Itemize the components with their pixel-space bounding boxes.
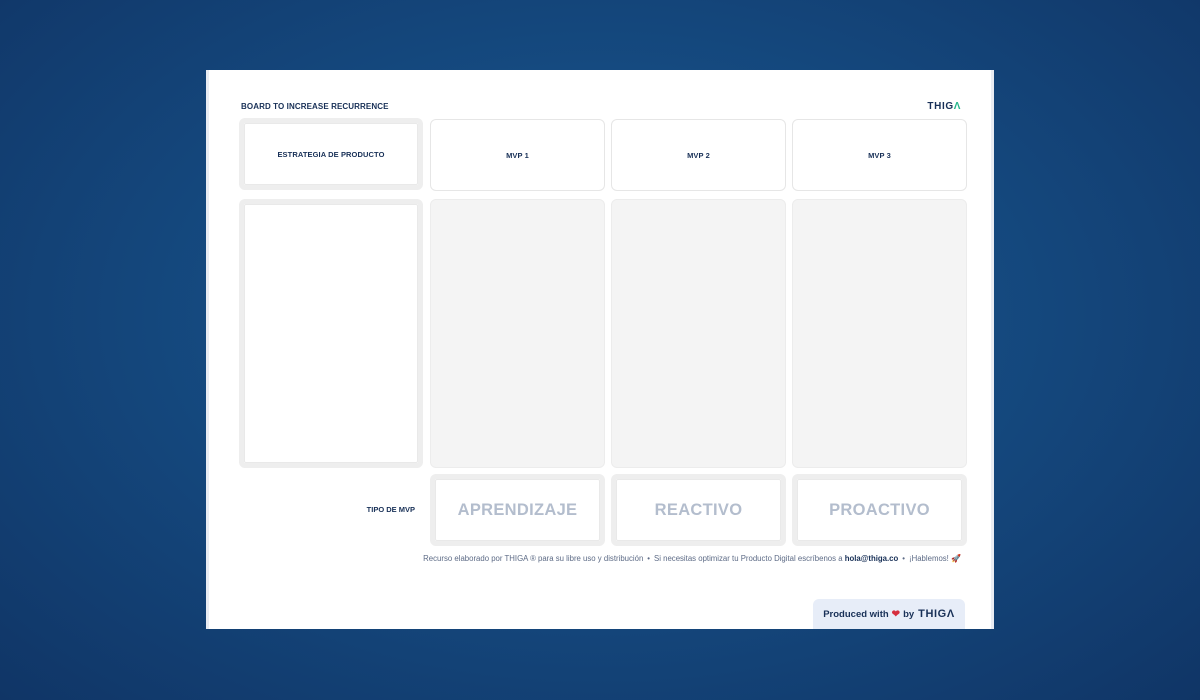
produced-by: by bbox=[903, 608, 915, 620]
heart-icon: ❤ bbox=[891, 608, 901, 620]
mvp-3-label: MVP 3 bbox=[868, 150, 891, 160]
tipo-reactivo-card[interactable]: REACTIVO bbox=[611, 474, 786, 546]
footer-text-3: ¡Hablemos! bbox=[908, 554, 949, 563]
tipo-proactivo-text: PROACTIVO bbox=[829, 500, 930, 519]
produced-prefix: Produced with bbox=[823, 608, 889, 620]
mvp-2-header-card[interactable]: MVP 2 bbox=[611, 119, 786, 191]
mvp-1-body-card[interactable] bbox=[430, 199, 605, 468]
produced-with-badge[interactable]: Produced with ❤ by THIGΛ bbox=[813, 599, 965, 629]
tipo-aprendizaje-text: APRENDIZAJE bbox=[457, 500, 578, 519]
tipo-proactivo-card[interactable]: PROACTIVO bbox=[792, 474, 967, 546]
logo-text: THIG bbox=[927, 101, 954, 112]
footer-text-1: Recurso elaborado por THIGA ® para su li… bbox=[423, 554, 644, 563]
rocket-icon: 🚀 bbox=[951, 554, 961, 563]
tipo-de-mvp-label: TIPO DE MVP bbox=[366, 505, 415, 514]
board-canvas: BOARD TO INCREASE RECURRENCE THIGΛ ESTRA… bbox=[206, 70, 994, 629]
mvp-3-body-card[interactable] bbox=[792, 199, 967, 468]
mvp-2-label: MVP 2 bbox=[687, 150, 710, 160]
mvp-3-header-card[interactable]: MVP 3 bbox=[792, 119, 967, 191]
tipo-aprendizaje-card[interactable]: APRENDIZAJE bbox=[430, 474, 605, 546]
strategy-header-label: ESTRATEGIA DE PRODUCTO bbox=[277, 149, 385, 159]
strategy-body-card[interactable] bbox=[239, 199, 423, 468]
strategy-body-inner bbox=[244, 204, 418, 463]
tipo-reactivo-text: REACTIVO bbox=[654, 500, 743, 519]
board-title: BOARD TO INCREASE RECURRENCE bbox=[241, 102, 389, 111]
mvp-1-header-card[interactable]: MVP 1 bbox=[430, 119, 605, 191]
logo-accent: Λ bbox=[953, 101, 961, 112]
footer-email-link[interactable]: hola@thiga.co bbox=[845, 554, 899, 563]
footer-separator-2: • bbox=[902, 554, 905, 563]
mvp-2-body-card[interactable] bbox=[611, 199, 786, 468]
footer-note: Recurso elaborado por THIGA ® para su li… bbox=[423, 554, 961, 563]
strategy-header-card[interactable]: ESTRATEGIA DE PRODUCTO bbox=[239, 118, 423, 190]
produced-brand: THIGΛ bbox=[918, 608, 955, 620]
mvp-1-label: MVP 1 bbox=[506, 150, 529, 160]
footer-text-2: Si necesitas optimizar tu Producto Digit… bbox=[654, 554, 843, 563]
footer-separator-1: • bbox=[647, 554, 651, 563]
thiga-logo: THIGΛ bbox=[927, 101, 961, 112]
